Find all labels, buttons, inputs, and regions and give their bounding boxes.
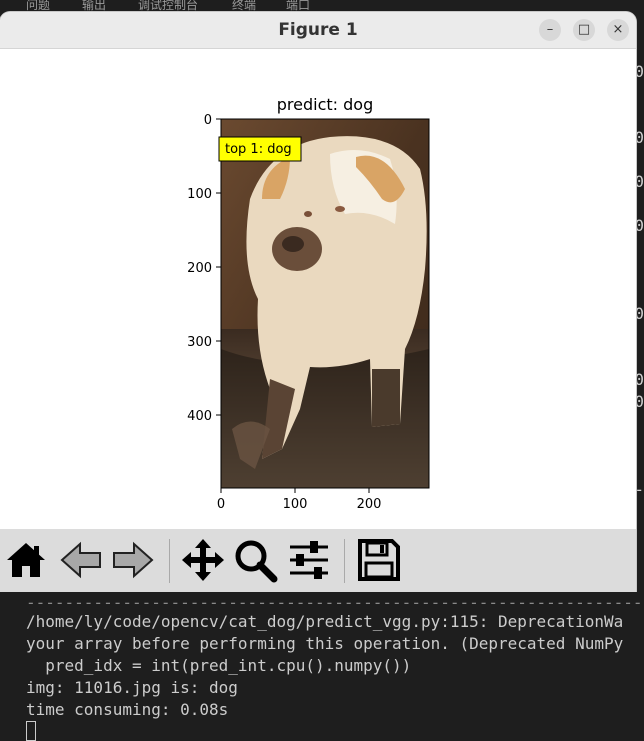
terminal-line: pred_idx = int(pred_int.cpu().numpy()) [26, 656, 412, 675]
minimize-button[interactable]: – [539, 19, 561, 41]
close-button[interactable]: × [607, 19, 629, 41]
terminal-line: time consuming: 0.08s [26, 700, 229, 719]
terminal-panel[interactable]: ----------------------------------------… [0, 592, 644, 741]
figure-canvas[interactable]: predict: dog top 1: dog 0 100 200 300 40… [0, 49, 636, 529]
home-icon[interactable] [3, 537, 49, 583]
annotation-text: top 1: dog [225, 142, 292, 157]
ide-tab-debug-console[interactable]: 调试控制台 [138, 0, 198, 12]
x-tick-label: 100 [283, 497, 308, 512]
forward-arrow-icon[interactable] [110, 537, 156, 583]
y-tick-label: 100 [187, 187, 212, 202]
ide-tab-problems[interactable]: 问题 [26, 0, 50, 12]
toolbar-separator [169, 539, 170, 583]
toolbar-separator [344, 539, 345, 583]
pan-move-icon[interactable] [180, 537, 226, 583]
terminal-line: /home/ly/code/opencv/cat_dog/predict_vgg… [26, 612, 624, 631]
back-arrow-icon[interactable] [58, 537, 104, 583]
ide-tab-terminal[interactable]: 终端 [232, 0, 256, 12]
ide-tab-ports[interactable]: 端口 [286, 0, 310, 12]
ide-panel-tabs: 问题 输出 调试控制台 终端 端口 [0, 0, 644, 12]
y-tick-label: 200 [187, 261, 212, 276]
terminal-cursor [26, 721, 36, 741]
x-axis: 0 100 200 [217, 488, 382, 512]
zoom-icon[interactable] [232, 537, 278, 583]
ide-tab-output[interactable]: 输出 [82, 0, 106, 12]
window-titlebar[interactable]: Figure 1 – □ × [0, 12, 636, 49]
y-tick-label: 0 [204, 113, 212, 128]
terminal-line: img: 11016.jpg is: dog [26, 678, 238, 697]
plot-title: predict: dog [277, 95, 373, 114]
terminal-line: your array before performing this operat… [26, 634, 624, 653]
prediction-annotation: top 1: dog [218, 136, 302, 162]
y-tick-label: 400 [187, 409, 212, 424]
y-axis: 0 100 200 300 400 [187, 113, 221, 424]
dog-photo-image [221, 119, 429, 488]
figure-window: Figure 1 – □ × predict: dog top 1: dog 0… [0, 12, 636, 592]
save-icon[interactable] [356, 537, 402, 583]
y-tick-label: 300 [187, 335, 212, 350]
maximize-button[interactable]: □ [573, 19, 595, 41]
navigation-toolbar [0, 529, 636, 592]
configure-subplots-icon[interactable] [286, 537, 332, 583]
x-tick-label: 200 [357, 497, 382, 512]
x-tick-label: 0 [217, 497, 225, 512]
